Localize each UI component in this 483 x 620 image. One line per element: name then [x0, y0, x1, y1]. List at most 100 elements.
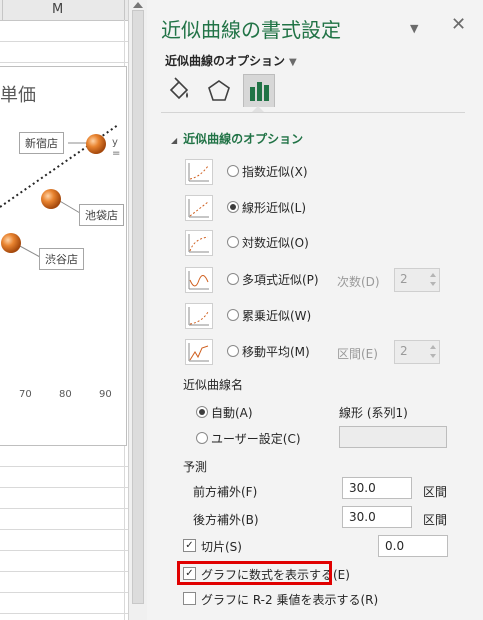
close-icon[interactable]: ✕: [451, 14, 466, 35]
x-tick-label: 70: [19, 389, 32, 400]
trend-option-exponential[interactable]: 指数近似(X): [185, 159, 465, 185]
format-trendline-pane: 近似曲線の書式設定 ▼ ✕ 近似曲線のオプション ▼ ◢ 近似曲線のオプション 指数…: [147, 0, 483, 620]
scroll-up-arrow-icon[interactable]: [133, 2, 143, 8]
show-r2-label[interactable]: グラフに R-2 乗値を表示する(R): [201, 591, 378, 608]
leader-line: [17, 244, 41, 258]
section-header-trendline-options[interactable]: ◢ 近似曲線のオプション: [171, 130, 303, 147]
grid-line: [0, 550, 128, 551]
bar-chart-icon: [250, 82, 269, 101]
trend-option-power[interactable]: 累乗近似(W): [185, 303, 465, 329]
trendline-options-menu[interactable]: 近似曲線のオプション ▼: [165, 52, 297, 69]
pentagon-icon: [208, 80, 230, 101]
radio-polynomial[interactable]: [227, 273, 239, 285]
backward-unit: 区間: [423, 513, 448, 527]
fill-line-tab[interactable]: [165, 76, 193, 106]
logarithmic-trend-icon: [185, 230, 213, 256]
period-value: 2: [400, 344, 408, 358]
radio-linear[interactable]: [227, 201, 239, 213]
grid-line: [0, 613, 128, 614]
paint-bucket-icon: [169, 77, 189, 100]
name-auto-label[interactable]: 自動(A): [211, 404, 253, 421]
grid-line: [0, 571, 128, 572]
intercept-label[interactable]: 切片(S): [201, 538, 242, 555]
spreadsheet-area[interactable]: M 単価 新宿店 池袋店 渋谷店 y = 70 80 90: [0, 0, 128, 620]
order-label: 次数(D): [337, 275, 380, 289]
section-header-label: 近似曲線のオプション: [183, 132, 304, 146]
column-header: M: [0, 0, 128, 21]
radio-name-custom[interactable]: [196, 432, 208, 444]
intercept-checkbox[interactable]: ✓: [183, 539, 196, 552]
spin-up-icon[interactable]: [430, 273, 436, 277]
power-trend-icon: [185, 303, 213, 329]
x-tick-label: 90: [99, 389, 112, 400]
column-divider: [2, 0, 3, 20]
forecast-heading: 予測: [183, 460, 208, 474]
spin-down-icon[interactable]: [430, 354, 436, 358]
grid-line: [0, 529, 128, 530]
grid-line: [0, 41, 128, 42]
backward-label: 後方補外(B): [193, 513, 259, 527]
effects-tab[interactable]: [205, 76, 233, 106]
exponential-trend-icon: [185, 159, 213, 185]
show-r2-checkbox[interactable]: [183, 592, 196, 605]
trend-label: 多項式近似(P): [242, 273, 319, 287]
custom-name-input[interactable]: [339, 426, 447, 448]
trendline-options-tab[interactable]: [243, 74, 275, 107]
name-auto-value: 線形 (系列1): [339, 406, 408, 420]
period-spinner[interactable]: 2: [394, 340, 440, 364]
data-label-ikebukuro[interactable]: 池袋店: [79, 204, 124, 226]
grid-line: [0, 62, 128, 63]
leader-line: [57, 199, 81, 214]
trend-option-logarithmic[interactable]: 対数近似(O): [185, 230, 465, 256]
data-label-shibuya[interactable]: 渋谷店: [39, 248, 84, 270]
trend-option-linear[interactable]: 線形近似(L): [185, 195, 465, 221]
period-label: 区間(E): [337, 347, 378, 361]
x-tick-label: 80: [59, 389, 72, 400]
forward-unit: 区間: [423, 485, 448, 499]
chevron-down-icon: ▼: [289, 57, 297, 68]
vertical-scrollbar[interactable]: [128, 0, 147, 620]
linear-trend-icon: [185, 195, 213, 221]
forward-label: 前方補外(F): [193, 485, 258, 499]
trend-label: 対数近似(O): [242, 236, 309, 250]
spin-down-icon[interactable]: [430, 282, 436, 286]
trend-label: 累乗近似(W): [242, 309, 312, 323]
radio-power[interactable]: [227, 309, 239, 321]
pane-title: 近似曲線の書式設定: [161, 18, 341, 42]
intercept-input[interactable]: 0.0: [378, 535, 448, 557]
trend-label: 移動平均(M): [242, 345, 310, 359]
data-point-shinjuku: [86, 134, 106, 154]
radio-moving-average[interactable]: [227, 345, 239, 357]
data-point-shibuya: [1, 233, 21, 253]
backward-input[interactable]: 30.0: [342, 506, 412, 528]
column-divider: [124, 0, 125, 20]
forward-input[interactable]: 30.0: [342, 477, 412, 499]
pane-options-dropdown-icon[interactable]: ▼: [410, 22, 418, 35]
spin-up-icon[interactable]: [430, 345, 436, 349]
trendline-options-menu-label: 近似曲線のオプション: [165, 54, 286, 68]
grid-line: [0, 508, 128, 509]
column-letter-m[interactable]: M: [52, 2, 63, 17]
order-spinner[interactable]: 2: [394, 268, 440, 292]
trend-label: 線形近似(L): [242, 201, 307, 215]
grid-line: [0, 466, 128, 467]
divider: [161, 112, 465, 113]
scrollbar-thumb[interactable]: [132, 10, 144, 604]
polynomial-trend-icon: [185, 267, 213, 293]
data-point-ikebukuro: [41, 189, 61, 209]
chart-area[interactable]: 単価 新宿店 池袋店 渋谷店 y = 70 80 90: [0, 66, 127, 446]
grid-line: [0, 487, 128, 488]
radio-name-auto[interactable]: [196, 406, 208, 418]
moving-average-trend-icon: [185, 339, 213, 365]
collapse-triangle-icon: ◢: [171, 136, 178, 145]
name-custom-label[interactable]: ユーザー設定(C): [211, 430, 301, 447]
order-value: 2: [400, 272, 408, 286]
grid-line: [0, 592, 128, 593]
equation-label[interactable]: y =: [112, 137, 126, 159]
radio-exponential[interactable]: [227, 165, 239, 177]
trendline-name-heading: 近似曲線名: [183, 378, 244, 392]
radio-logarithmic[interactable]: [227, 236, 239, 248]
data-label-shinjuku[interactable]: 新宿店: [19, 132, 64, 154]
trend-label: 指数近似(X): [242, 165, 308, 179]
highlight-box: [177, 561, 332, 585]
